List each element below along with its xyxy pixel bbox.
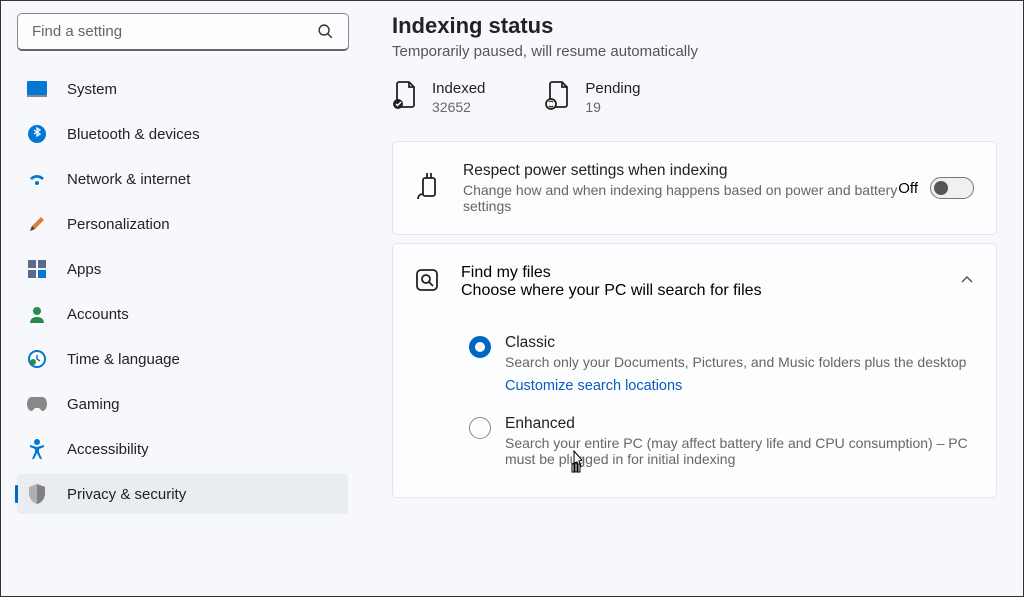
sidebar-item-label: Network & internet (67, 171, 190, 188)
clock-icon (27, 349, 47, 369)
sidebar-item-gaming[interactable]: Gaming (17, 384, 348, 424)
power-sub: Change how and when indexing happens bas… (463, 182, 898, 214)
pending-label: Pending (585, 80, 640, 97)
sidebar-item-label: Personalization (67, 216, 170, 233)
sidebar-item-system[interactable]: System (17, 69, 348, 109)
sidebar-item-network[interactable]: Network & internet (17, 159, 348, 199)
search-input[interactable] (17, 13, 349, 51)
sidebar-item-personalization[interactable]: Personalization (17, 204, 348, 244)
wifi-icon (27, 169, 47, 189)
sidebar-item-time[interactable]: Time & language (17, 339, 348, 379)
classic-sub: Search only your Documents, Pictures, an… (505, 354, 966, 370)
file-check-icon (392, 80, 418, 115)
sidebar-item-label: System (67, 81, 117, 98)
plug-icon (415, 172, 441, 205)
page-title: Indexing status (392, 13, 997, 39)
find-sub: Choose where your PC will search for fil… (461, 282, 762, 300)
option-classic[interactable]: Classic Search only your Documents, Pict… (393, 324, 996, 405)
display-icon (27, 79, 47, 99)
radio-classic[interactable] (469, 336, 491, 358)
customize-link[interactable]: Customize search locations (505, 378, 682, 394)
indexed-label: Indexed (432, 80, 485, 97)
sidebar-item-label: Privacy & security (67, 486, 186, 503)
sidebar-item-label: Apps (67, 261, 101, 278)
sidebar-item-label: Bluetooth & devices (67, 126, 200, 143)
sidebar-item-label: Gaming (67, 396, 120, 413)
search-icon (317, 23, 334, 45)
sidebar-item-apps[interactable]: Apps (17, 249, 348, 289)
indexed-value: 32652 (432, 99, 485, 115)
search-square-icon (415, 268, 439, 297)
sidebar-item-accessibility[interactable]: Accessibility (17, 429, 348, 469)
pending-value: 19 (585, 99, 640, 115)
sidebar-item-label: Accessibility (67, 441, 149, 458)
apps-icon (27, 259, 47, 279)
power-toggle[interactable] (930, 177, 974, 199)
power-settings-row[interactable]: Respect power settings when indexing Cha… (392, 141, 997, 235)
file-refresh-icon (545, 80, 571, 115)
sidebar-item-bluetooth[interactable]: Bluetooth & devices (17, 114, 348, 154)
shield-icon (27, 484, 47, 504)
power-toggle-state: Off (898, 180, 918, 197)
sidebar-item-privacy[interactable]: Privacy & security (17, 474, 348, 514)
enhanced-sub: Search your entire PC (may affect batter… (505, 435, 974, 467)
bluetooth-icon (27, 124, 47, 144)
person-icon (27, 304, 47, 324)
option-enhanced[interactable]: Enhanced Search your entire PC (may affe… (393, 405, 996, 477)
brush-icon (27, 214, 47, 234)
sidebar-item-label: Accounts (67, 306, 129, 323)
page-subtitle: Temporarily paused, will resume automati… (392, 43, 997, 60)
chevron-up-icon (960, 273, 974, 292)
gamepad-icon (27, 394, 47, 414)
sidebar-item-accounts[interactable]: Accounts (17, 294, 348, 334)
search-wrap (17, 13, 348, 51)
power-title: Respect power settings when indexing (463, 162, 898, 180)
accessibility-icon (27, 439, 47, 459)
radio-enhanced[interactable] (469, 417, 491, 439)
find-files-header[interactable]: Find my files Choose where your PC will … (393, 244, 996, 320)
find-title: Find my files (461, 264, 762, 282)
enhanced-title: Enhanced (505, 415, 974, 433)
classic-title: Classic (505, 334, 966, 352)
sidebar-item-label: Time & language (67, 351, 180, 368)
